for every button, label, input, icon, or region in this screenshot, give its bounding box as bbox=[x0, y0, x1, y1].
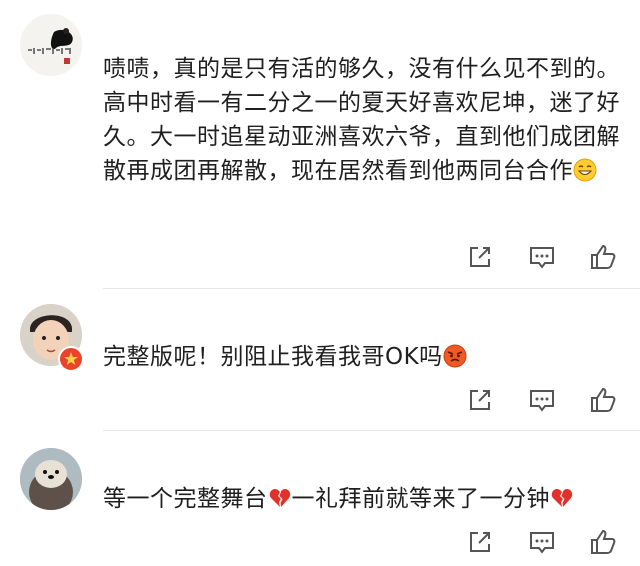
comment-icon[interactable] bbox=[527, 385, 557, 415]
comment-text: 啧啧，真的是只有活的够久，没有什么见不到的。高中时看一有二分之一的夏天好喜欢尼坤… bbox=[103, 56, 620, 184]
broken-heart-emoji bbox=[268, 486, 292, 510]
like-icon[interactable] bbox=[588, 527, 618, 557]
share-icon[interactable] bbox=[465, 242, 495, 272]
verified-star-icon bbox=[58, 346, 84, 372]
broken-heart-emoji bbox=[550, 486, 574, 510]
divider bbox=[103, 430, 640, 431]
comment-icon[interactable] bbox=[527, 242, 557, 272]
share-icon[interactable] bbox=[465, 527, 495, 557]
comment-actions bbox=[0, 527, 640, 559]
otter-photo-avatar bbox=[20, 448, 82, 510]
angry-face-emoji bbox=[443, 344, 467, 368]
divider bbox=[103, 288, 640, 289]
comment-text: 等一个完整舞台 一礼拜前就等来了一分钟 bbox=[103, 482, 623, 516]
grinning-emoji bbox=[573, 158, 597, 182]
comment-actions bbox=[0, 385, 640, 417]
comment-text: 完整版呢！别阻止我看我哥OK吗 bbox=[103, 340, 623, 374]
ink-calligraphy-avatar bbox=[20, 14, 82, 76]
like-icon[interactable] bbox=[588, 385, 618, 415]
like-icon[interactable] bbox=[588, 242, 618, 272]
share-icon[interactable] bbox=[465, 385, 495, 415]
comment-actions bbox=[0, 242, 640, 274]
avatar[interactable] bbox=[20, 14, 82, 76]
avatar[interactable] bbox=[20, 448, 82, 510]
comment-icon[interactable] bbox=[527, 527, 557, 557]
